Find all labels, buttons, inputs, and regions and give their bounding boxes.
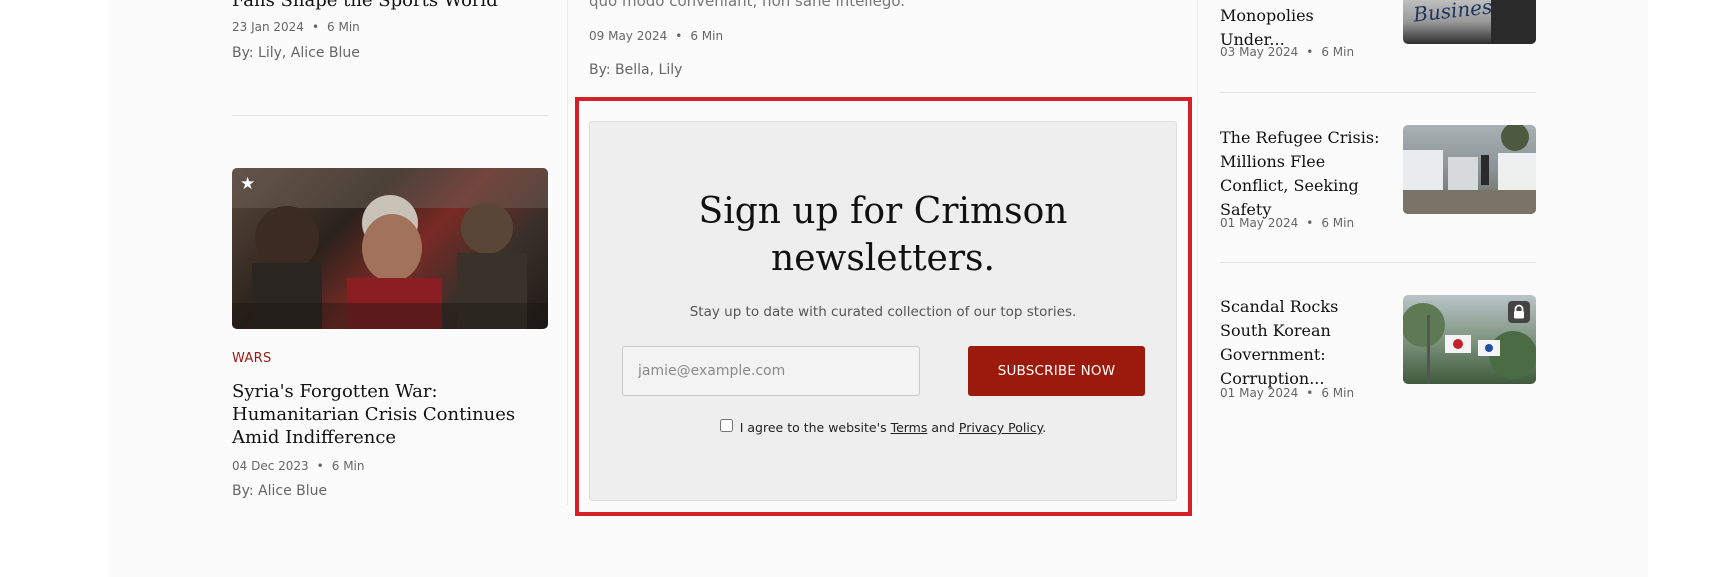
article-excerpt: quo modo conveniant, non sane intellego. <box>589 0 906 10</box>
sidebar-item-thumbnail[interactable] <box>1403 125 1536 214</box>
newsletter-subtitle: Stay up to date with curated collection … <box>689 304 1077 320</box>
article-authors: By: Bella, Lily <box>589 62 683 78</box>
sidebar-item-thumbnail[interactable] <box>1403 295 1536 384</box>
divider <box>232 115 548 116</box>
divider <box>1220 262 1536 263</box>
privacy-policy-link[interactable]: Privacy Policy <box>959 420 1042 435</box>
meta-separator: • <box>675 29 683 43</box>
agree-text: I agree to the website's <box>739 420 887 435</box>
newsletter-signup: Sign up for Crimson newsletters. Stay up… <box>589 121 1177 501</box>
article-title[interactable]: Fans Shape the Sports World <box>232 0 498 12</box>
thumbnail-image <box>232 168 548 329</box>
sidebar-item-title[interactable]: Scandal Rocks South Korean Government: C… <box>1220 295 1385 391</box>
meta-separator: • <box>1306 216 1314 230</box>
meta-separator: • <box>316 459 324 473</box>
lock-badge <box>1508 301 1530 323</box>
article-read-time: 6 Min <box>327 20 360 34</box>
article-thumbnail[interactable]: ★ <box>232 168 548 329</box>
article-category[interactable]: WARS <box>232 351 272 366</box>
sidebar-item-meta: 01 May 2024 • 6 Min <box>1220 386 1354 400</box>
thumbnail-text: Business <box>1411 0 1504 27</box>
sidebar-item-read-time: 6 Min <box>1321 386 1355 400</box>
column-divider-right <box>1197 0 1198 505</box>
article-date: 23 Jan 2024 <box>232 20 304 34</box>
article-date: 04 Dec 2023 <box>232 459 309 473</box>
sidebar-item-read-time: 6 Min <box>1321 216 1355 230</box>
sidebar-item-title[interactable]: The Refugee Crisis: Millions Flee Confli… <box>1220 126 1385 222</box>
sidebar-item-date: 03 May 2024 <box>1220 45 1299 59</box>
article-meta: 23 Jan 2024 • 6 Min <box>232 20 360 34</box>
agree-row: I agree to the website's Terms and Priva… <box>590 419 1176 435</box>
meta-separator: • <box>1306 386 1314 400</box>
article-meta: 04 Dec 2023 • 6 Min <box>232 459 365 473</box>
sidebar-item-thumbnail[interactable]: Business <box>1403 0 1536 44</box>
agree-period: . <box>1042 420 1047 435</box>
star-icon: ★ <box>240 174 256 193</box>
lock-icon <box>1514 304 1524 319</box>
sidebar-item-meta: 01 May 2024 • 6 Min <box>1220 216 1354 230</box>
article-authors: By: Alice Blue <box>232 483 328 499</box>
email-input[interactable] <box>622 346 920 396</box>
article-meta: 09 May 2024 • 6 Min <box>589 29 723 43</box>
sidebar-item-meta: 03 May 2024 • 6 Min <box>1220 45 1354 59</box>
article-read-time: 6 Min <box>331 459 365 473</box>
article-authors: By: Lily, Alice Blue <box>232 45 360 61</box>
sidebar-item-read-time: 6 Min <box>1321 45 1355 59</box>
thumbnail-image <box>1403 125 1536 214</box>
sidebar-item-date: 01 May 2024 <box>1220 216 1299 230</box>
newsletter-title: Sign up for Crimson newsletters. <box>698 191 1068 279</box>
thumbnail-shape <box>1491 0 1536 44</box>
meta-separator: • <box>311 20 320 34</box>
agree-and: and <box>931 420 955 435</box>
column-divider-left <box>567 0 568 505</box>
article-date: 09 May 2024 <box>589 29 668 43</box>
article-read-time: 6 Min <box>690 29 724 43</box>
meta-separator: • <box>1306 45 1314 59</box>
article-title[interactable]: Syria's Forgotten War: Humanitarian Cris… <box>232 380 532 449</box>
divider <box>1220 92 1536 93</box>
agree-checkbox[interactable] <box>719 419 733 432</box>
subscribe-button[interactable]: SUBSCRIBE NOW <box>968 346 1145 396</box>
terms-link[interactable]: Terms <box>891 420 928 435</box>
sidebar-item-date: 01 May 2024 <box>1220 386 1299 400</box>
